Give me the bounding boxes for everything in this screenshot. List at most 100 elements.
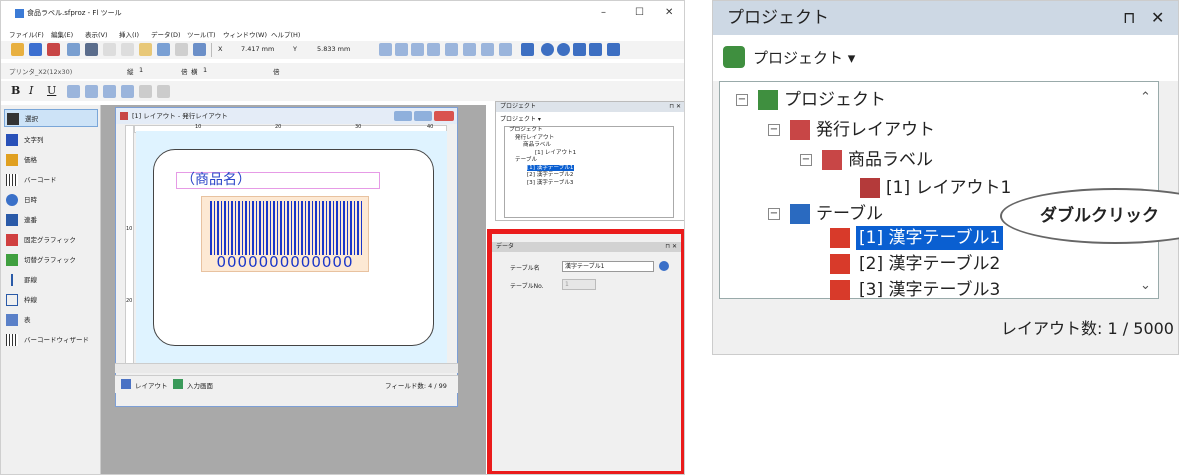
grid-icon[interactable]	[607, 43, 620, 56]
minimize-button[interactable]: –	[601, 7, 606, 18]
tree-node-table2[interactable]: [2] 漢字テーブル2	[505, 172, 673, 180]
distribute-icon[interactable]	[427, 43, 440, 56]
tool-text[interactable]: 文字列	[4, 131, 98, 149]
collapse-toggle[interactable]: −	[736, 94, 748, 106]
project-toolbar-button[interactable]: プロジェクト ▾	[753, 47, 855, 68]
tree-node-product-label[interactable]: 商品ラベル	[848, 148, 933, 172]
collapse-toggle[interactable]: −	[768, 124, 780, 136]
copy-icon[interactable]	[157, 43, 170, 56]
menu-data[interactable]: データ(D)	[151, 29, 181, 39]
print-icon[interactable]	[85, 43, 98, 56]
tree-node-table3[interactable]: [3] 漢字テーブル3	[505, 180, 673, 188]
text-align-left-icon[interactable]	[67, 85, 80, 98]
align-top-icon[interactable]	[445, 43, 458, 56]
tool-label: バーコードウィザード	[24, 336, 89, 344]
tree-node-issue-layout[interactable]: 発行レイアウト	[816, 118, 935, 142]
tool-barcode-wizard[interactable]: バーコードウィザード	[4, 331, 98, 349]
tool-table[interactable]: 表	[4, 311, 98, 329]
close-button[interactable]: ✕	[665, 7, 673, 18]
tool-barcode[interactable]: バーコード	[4, 171, 98, 189]
mag2-label: 倍	[273, 68, 280, 76]
align-center-icon[interactable]	[411, 43, 424, 56]
tree-node-table[interactable]: テーブル	[505, 157, 673, 165]
zoom-out-icon[interactable]	[557, 43, 570, 56]
tree-node-project[interactable]: プロジェクト	[505, 127, 673, 135]
menu-view[interactable]: 表示(V)	[85, 29, 108, 39]
tool-price[interactable]: 価格	[4, 151, 98, 169]
text-justify-icon[interactable]	[121, 85, 134, 98]
tree-node-issue-layout[interactable]: 発行レイアウト	[505, 135, 673, 143]
tree-node-table[interactable]: テーブル	[816, 202, 883, 226]
menu-help[interactable]: ヘルプ(H)	[271, 29, 300, 39]
property-icon[interactable]	[193, 43, 206, 56]
tool-datetime[interactable]: 日時	[4, 191, 98, 209]
collapse-toggle[interactable]: −	[768, 208, 780, 220]
vert-value[interactable]: 1	[139, 66, 143, 74]
tree-node-table1[interactable]: [1] 漢字テーブル1	[527, 164, 574, 171]
same-height-icon[interactable]	[499, 43, 512, 56]
tool-select[interactable]: 選択	[4, 109, 98, 127]
bold-button[interactable]: B	[11, 84, 20, 97]
same-size-icon[interactable]	[481, 43, 494, 56]
text-align-center-icon[interactable]	[85, 85, 98, 98]
tool-line[interactable]: 罫線	[4, 271, 98, 289]
underline-button[interactable]: U	[47, 84, 56, 97]
scroll-up-icon[interactable]: ⌃	[1140, 90, 1151, 105]
data-pane-controls[interactable]: ⊓ ✕	[665, 242, 677, 252]
pane-controls[interactable]: ⊓ ✕	[669, 102, 681, 112]
tree-node-layout1[interactable]: [1] レイアウト1	[886, 176, 1011, 200]
tab-input-screen[interactable]: 入力画面	[187, 380, 213, 390]
fit-page-icon[interactable]	[573, 43, 586, 56]
tree-node-table2[interactable]: [2] 漢字テーブル2	[859, 252, 1000, 276]
maximize-button[interactable]: ☐	[635, 7, 644, 18]
menu-tools[interactable]: ツール(T)	[187, 29, 216, 39]
menu-window[interactable]: ウィンドウ(W)	[223, 29, 267, 39]
project-toolbar-small[interactable]: プロジェクト ▾	[500, 114, 541, 123]
scroll-down-icon[interactable]: ⌄	[1140, 278, 1151, 293]
align-left-icon[interactable]	[379, 43, 392, 56]
fit-width-icon[interactable]	[589, 43, 602, 56]
horizontal-scrollbar[interactable]	[115, 363, 458, 373]
align-bottom-icon[interactable]	[463, 43, 476, 56]
horz-value[interactable]: 1	[203, 66, 207, 74]
menu-file[interactable]: ファイル(F)	[9, 29, 44, 39]
doc-close-button[interactable]	[434, 111, 454, 121]
redo-icon[interactable]	[121, 43, 134, 56]
text-align-right-icon[interactable]	[103, 85, 116, 98]
paste-icon[interactable]	[175, 43, 188, 56]
table-lookup-icon[interactable]	[659, 261, 669, 271]
align-right-icon[interactable]	[395, 43, 408, 56]
tool-frame[interactable]: 枠線	[4, 291, 98, 309]
doc-minimize-button[interactable]	[394, 111, 412, 121]
new-icon[interactable]	[11, 43, 24, 56]
tree-node-table1[interactable]: [1] 漢字テーブル1	[856, 226, 1004, 250]
cut-icon[interactable]	[139, 43, 152, 56]
preview-icon[interactable]	[67, 43, 80, 56]
zoom-in-icon[interactable]	[541, 43, 554, 56]
italic-button[interactable]: I	[29, 84, 33, 97]
tool-switch-graphic[interactable]: 切替グラフィック	[4, 251, 98, 269]
tab-layout[interactable]: レイアウト	[135, 380, 168, 390]
text-fit-icon[interactable]	[157, 85, 170, 98]
tree-node-layout1[interactable]: [1] レイアウト1	[505, 150, 673, 158]
tree-node-project[interactable]: プロジェクト	[784, 88, 886, 112]
doc-maximize-button[interactable]	[414, 111, 432, 121]
product-name-field[interactable]: （商品名）	[176, 172, 380, 189]
tool-fixed-graphic[interactable]: 固定グラフィック	[4, 231, 98, 249]
close-icon[interactable]: ✕	[1151, 1, 1164, 35]
save-icon[interactable]	[29, 43, 42, 56]
collapse-toggle[interactable]: −	[800, 154, 812, 166]
tool-serial[interactable]: 連番	[4, 211, 98, 229]
printer-select[interactable]: プリンタ_X2(12x30)	[9, 66, 72, 76]
menu-insert[interactable]: 挿入(I)	[119, 29, 139, 39]
undo-icon[interactable]	[103, 43, 116, 56]
pin-icon[interactable]: ⊓	[1123, 1, 1135, 35]
layout-icon[interactable]	[47, 43, 60, 56]
menu-edit[interactable]: 編集(E)	[51, 29, 73, 39]
table-name-input[interactable]: 漢字テーブル1	[562, 261, 654, 272]
table-no-stepper[interactable]: 1	[562, 279, 596, 290]
text-vertical-icon[interactable]	[139, 85, 152, 98]
tree-node-table3[interactable]: [3] 漢字テーブル3	[859, 278, 1000, 302]
tree-node-product-label[interactable]: 商品ラベル	[505, 142, 673, 150]
rotate-icon[interactable]	[521, 43, 534, 56]
